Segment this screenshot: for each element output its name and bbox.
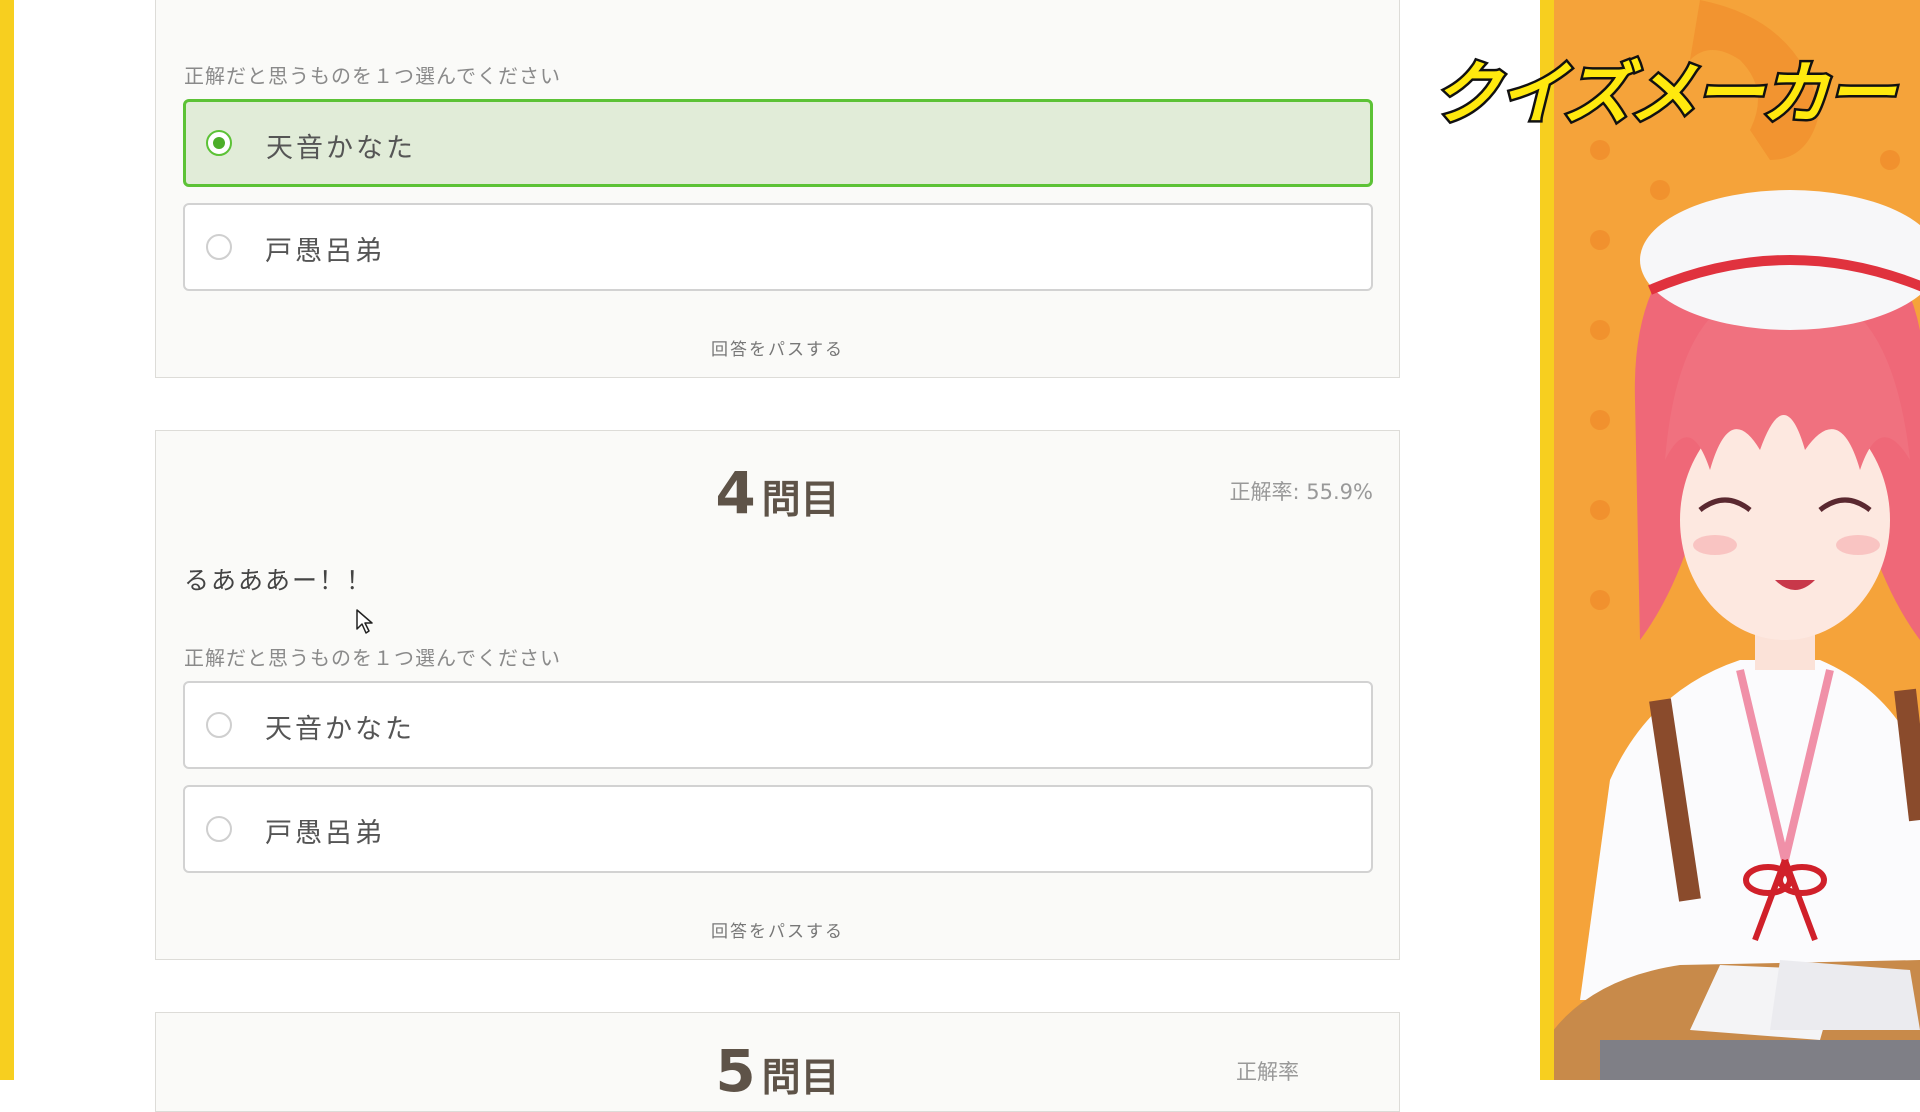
pass-answer-link[interactable]: 回答をパスする bbox=[156, 917, 1399, 942]
question-text: るあああー！！ bbox=[184, 566, 374, 595]
overlay-stripe bbox=[1540, 0, 1554, 1080]
quiz-card-q5: 5 問目 正解率 bbox=[155, 1012, 1400, 1112]
question-suffix: 問目 bbox=[761, 478, 840, 523]
radio-button[interactable] bbox=[206, 712, 232, 738]
option-label: 戸愚呂弟 bbox=[265, 236, 385, 267]
mouse-cursor-icon bbox=[356, 609, 373, 634]
quiz-maker-banner: クイズメーカー bbox=[1431, 53, 1898, 137]
correct-rate: 正解率: 55.9% bbox=[1229, 480, 1373, 504]
option-amane-kanata[interactable]: 天音かなた bbox=[183, 681, 1373, 769]
question-number-title: 5 問目 bbox=[156, 1037, 1399, 1105]
question-number-title: 4 問目 bbox=[156, 459, 1399, 527]
instruction-text: 正解だと思うものを１つ選んでください bbox=[184, 64, 561, 88]
quiz-card-prev: 正解だと思うものを１つ選んでください 天音かなた 戸愚呂弟 回答をパスする bbox=[155, 0, 1400, 378]
radio-button[interactable] bbox=[206, 234, 232, 260]
question-suffix: 問目 bbox=[761, 1056, 840, 1101]
option-toguro-otouto[interactable]: 戸愚呂弟 bbox=[183, 203, 1373, 291]
radio-button-checked[interactable] bbox=[206, 130, 232, 156]
correct-rate: 正解率 bbox=[1236, 1060, 1299, 1084]
streamer-overlay-panel bbox=[1540, 0, 1920, 1080]
left-accent-stripe bbox=[0, 0, 14, 1080]
question-number: 5 bbox=[715, 1037, 756, 1105]
option-label: 天音かなた bbox=[265, 714, 415, 745]
radio-button[interactable] bbox=[206, 816, 232, 842]
instruction-text: 正解だと思うものを１つ選んでください bbox=[184, 646, 561, 670]
quiz-page: 正解だと思うものを１つ選んでください 天音かなた 戸愚呂弟 回答をパスする 4問… bbox=[14, 0, 1540, 1112]
radio-dot bbox=[213, 137, 225, 149]
pass-answer-link[interactable]: 回答をパスする bbox=[156, 335, 1399, 360]
option-label: 戸愚呂弟 bbox=[265, 818, 385, 849]
question-number: 4 bbox=[715, 459, 756, 527]
quiz-card-q4: 4 問目 正解率: 55.9% るあああー！！ 正解だと思うものを１つ選んでくださ… bbox=[155, 430, 1400, 960]
option-toguro-otouto[interactable]: 戸愚呂弟 bbox=[183, 785, 1373, 873]
option-amane-kanata[interactable]: 天音かなた bbox=[183, 99, 1373, 187]
vtuber-avatar-icon bbox=[1540, 0, 1920, 1080]
option-label: 天音かなた bbox=[266, 133, 416, 164]
